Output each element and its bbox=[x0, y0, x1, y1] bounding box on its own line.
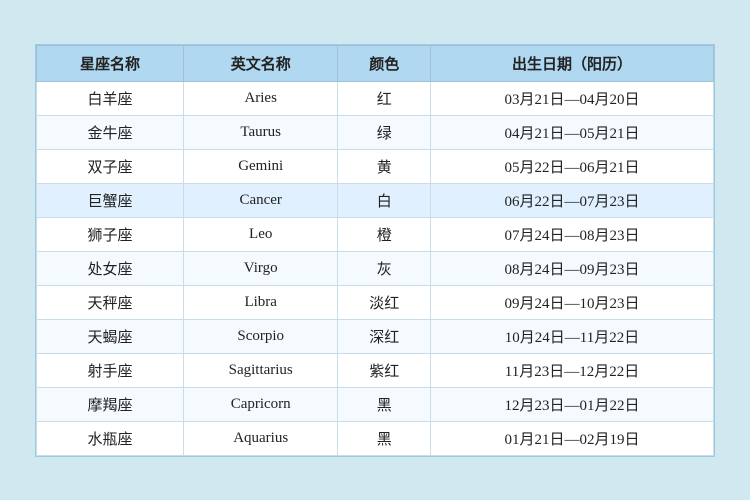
chinese-name: 狮子座 bbox=[37, 217, 184, 251]
english-name: Aries bbox=[183, 81, 337, 115]
color: 黑 bbox=[338, 387, 431, 421]
chinese-name: 金牛座 bbox=[37, 115, 184, 149]
date-range: 01月21日—02月19日 bbox=[430, 421, 713, 455]
english-name: Cancer bbox=[183, 183, 337, 217]
color: 黄 bbox=[338, 149, 431, 183]
color: 黑 bbox=[338, 421, 431, 455]
chinese-name: 天蝎座 bbox=[37, 319, 184, 353]
table-row: 天秤座Libra淡红09月24日—10月23日 bbox=[37, 285, 714, 319]
color: 深红 bbox=[338, 319, 431, 353]
table-row: 狮子座Leo橙07月24日—08月23日 bbox=[37, 217, 714, 251]
chinese-name: 巨蟹座 bbox=[37, 183, 184, 217]
date-range: 06月22日—07月23日 bbox=[430, 183, 713, 217]
color: 橙 bbox=[338, 217, 431, 251]
english-name: Capricorn bbox=[183, 387, 337, 421]
chinese-name: 摩羯座 bbox=[37, 387, 184, 421]
english-name: Aquarius bbox=[183, 421, 337, 455]
color: 紫红 bbox=[338, 353, 431, 387]
table-row: 金牛座Taurus绿04月21日—05月21日 bbox=[37, 115, 714, 149]
date-range: 04月21日—05月21日 bbox=[430, 115, 713, 149]
chinese-name: 水瓶座 bbox=[37, 421, 184, 455]
english-name: Leo bbox=[183, 217, 337, 251]
color: 灰 bbox=[338, 251, 431, 285]
color: 绿 bbox=[338, 115, 431, 149]
table-row: 水瓶座Aquarius黑01月21日—02月19日 bbox=[37, 421, 714, 455]
column-header: 英文名称 bbox=[183, 45, 337, 81]
date-range: 11月23日—12月22日 bbox=[430, 353, 713, 387]
column-header: 出生日期（阳历） bbox=[430, 45, 713, 81]
table-header-row: 星座名称英文名称颜色出生日期（阳历） bbox=[37, 45, 714, 81]
date-range: 05月22日—06月21日 bbox=[430, 149, 713, 183]
table-row: 巨蟹座Cancer白06月22日—07月23日 bbox=[37, 183, 714, 217]
chinese-name: 天秤座 bbox=[37, 285, 184, 319]
zodiac-table-wrapper: 星座名称英文名称颜色出生日期（阳历） 白羊座Aries红03月21日—04月20… bbox=[35, 44, 715, 457]
date-range: 03月21日—04月20日 bbox=[430, 81, 713, 115]
table-row: 射手座Sagittarius紫红11月23日—12月22日 bbox=[37, 353, 714, 387]
english-name: Libra bbox=[183, 285, 337, 319]
table-row: 天蝎座Scorpio深红10月24日—11月22日 bbox=[37, 319, 714, 353]
color: 白 bbox=[338, 183, 431, 217]
english-name: Gemini bbox=[183, 149, 337, 183]
zodiac-table: 星座名称英文名称颜色出生日期（阳历） 白羊座Aries红03月21日—04月20… bbox=[36, 45, 714, 456]
english-name: Sagittarius bbox=[183, 353, 337, 387]
table-row: 摩羯座Capricorn黑12月23日—01月22日 bbox=[37, 387, 714, 421]
column-header: 颜色 bbox=[338, 45, 431, 81]
date-range: 07月24日—08月23日 bbox=[430, 217, 713, 251]
date-range: 09月24日—10月23日 bbox=[430, 285, 713, 319]
date-range: 10月24日—11月22日 bbox=[430, 319, 713, 353]
chinese-name: 双子座 bbox=[37, 149, 184, 183]
date-range: 12月23日—01月22日 bbox=[430, 387, 713, 421]
english-name: Virgo bbox=[183, 251, 337, 285]
english-name: Scorpio bbox=[183, 319, 337, 353]
chinese-name: 射手座 bbox=[37, 353, 184, 387]
table-row: 白羊座Aries红03月21日—04月20日 bbox=[37, 81, 714, 115]
color: 红 bbox=[338, 81, 431, 115]
chinese-name: 处女座 bbox=[37, 251, 184, 285]
date-range: 08月24日—09月23日 bbox=[430, 251, 713, 285]
column-header: 星座名称 bbox=[37, 45, 184, 81]
table-row: 处女座Virgo灰08月24日—09月23日 bbox=[37, 251, 714, 285]
chinese-name: 白羊座 bbox=[37, 81, 184, 115]
table-row: 双子座Gemini黄05月22日—06月21日 bbox=[37, 149, 714, 183]
color: 淡红 bbox=[338, 285, 431, 319]
english-name: Taurus bbox=[183, 115, 337, 149]
